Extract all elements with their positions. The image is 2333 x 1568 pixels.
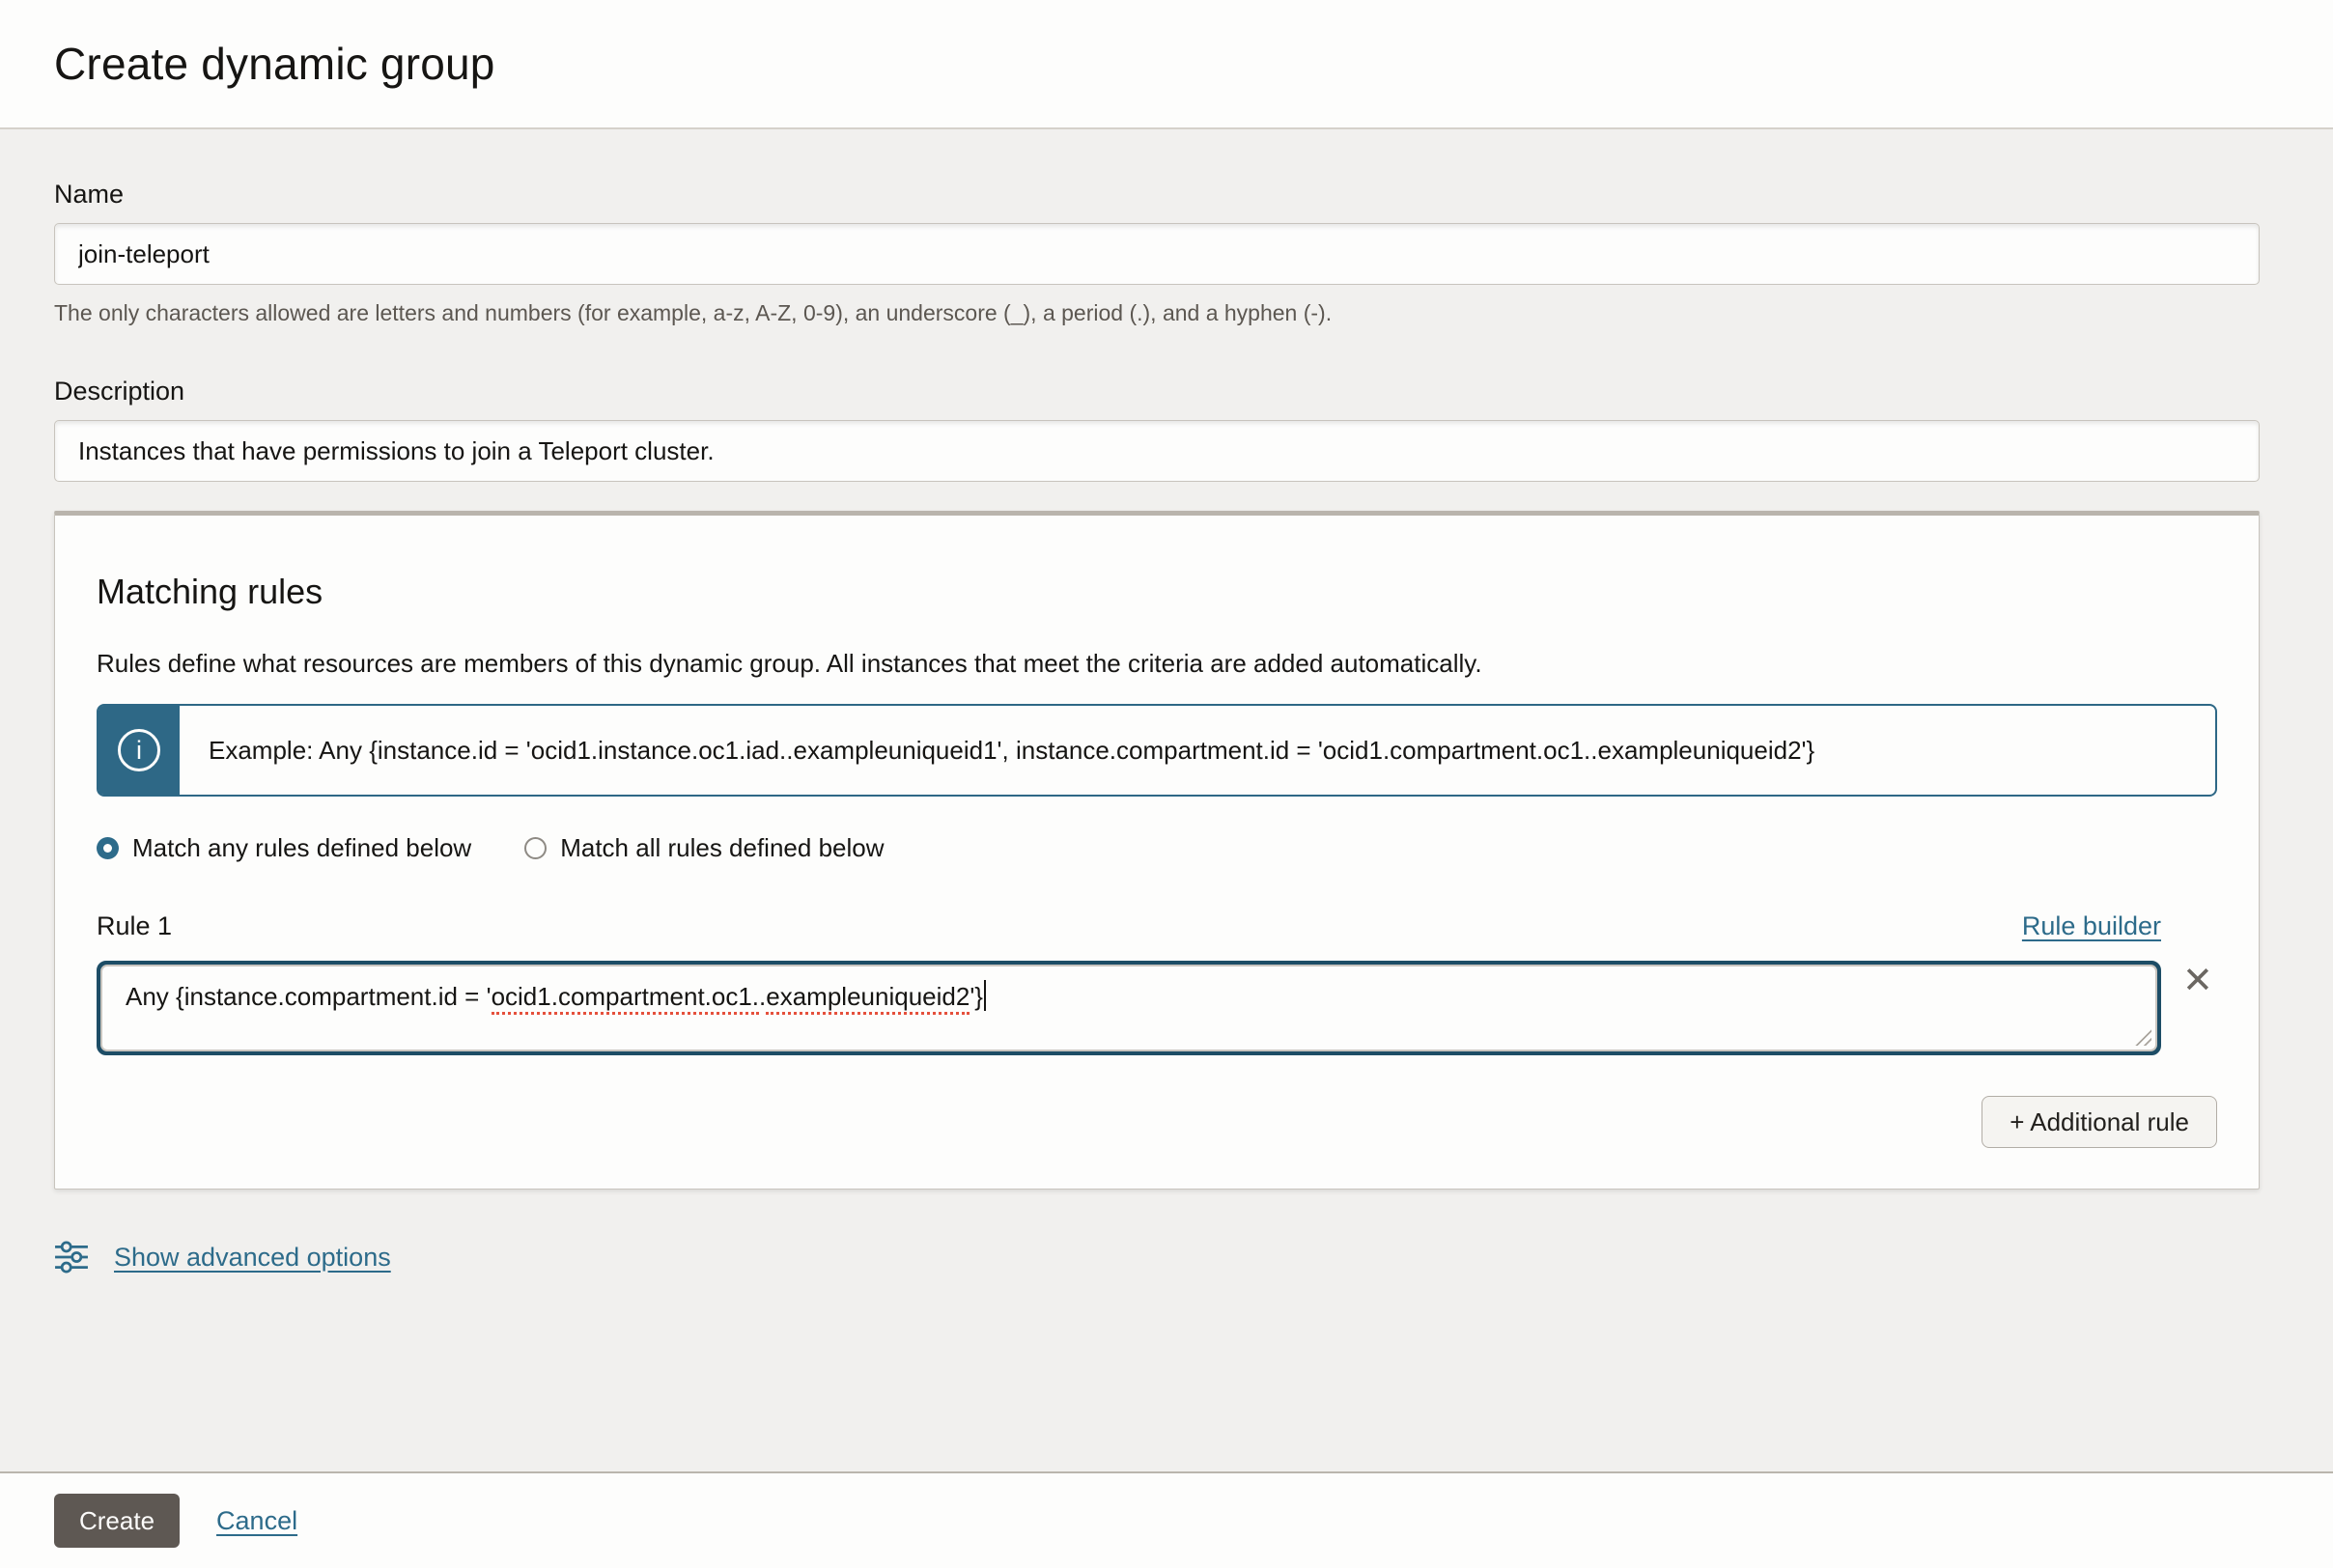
- name-input[interactable]: [54, 223, 2260, 285]
- page-title: Create dynamic group: [54, 38, 495, 90]
- rule-row: Any {instance.compartment.id = 'ocid1.co…: [97, 961, 2217, 1055]
- match-any-radio[interactable]: [97, 837, 119, 859]
- textarea-resize-handle[interactable]: [2134, 1028, 2151, 1046]
- create-dynamic-group-form: Name The only characters allowed are let…: [54, 180, 2260, 1274]
- misspelled-segment: exampleuniqueid2: [766, 982, 970, 1015]
- advanced-options-row: Show advanced options: [54, 1240, 2260, 1274]
- name-help-text: The only characters allowed are letters …: [54, 300, 2260, 326]
- remove-rule-button[interactable]: ✕: [2182, 963, 2213, 999]
- description-label: Description: [54, 377, 2260, 406]
- cancel-link[interactable]: Cancel: [216, 1506, 297, 1536]
- description-input[interactable]: [54, 420, 2260, 482]
- matching-rules-panel: Matching rules Rules define what resourc…: [54, 511, 2260, 1190]
- page-header: Create dynamic group: [0, 0, 2333, 129]
- rule-header-row: Rule 1 Rule builder: [97, 911, 2161, 941]
- matching-rules-intro: Rules define what resources are members …: [97, 649, 2217, 679]
- rule-builder-link[interactable]: Rule builder: [2022, 911, 2161, 941]
- rule-textarea[interactable]: Any {instance.compartment.id = 'ocid1.co…: [100, 965, 2157, 1051]
- misspelled-segment: ocid1.compartment.oc1.: [492, 982, 759, 1015]
- create-button[interactable]: Create: [54, 1494, 180, 1548]
- info-icon: i: [98, 706, 180, 795]
- rule-textarea-focus-ring: Any {instance.compartment.id = 'ocid1.co…: [97, 961, 2161, 1055]
- show-advanced-options-link[interactable]: Show advanced options: [114, 1243, 391, 1273]
- match-all-radio[interactable]: [524, 837, 547, 859]
- match-any-label: Match any rules defined below: [132, 833, 471, 863]
- match-all-label: Match all rules defined below: [560, 833, 884, 863]
- text-caret: [984, 980, 986, 1011]
- name-label: Name: [54, 180, 2260, 210]
- page-footer: Create Cancel: [0, 1471, 2333, 1568]
- sliders-icon: [54, 1240, 89, 1274]
- add-rule-row: + Additional rule: [97, 1096, 2217, 1148]
- match-mode-radio-group: Match any rules defined below Match all …: [97, 833, 2217, 863]
- example-infobox: i Example: Any {instance.id = 'ocid1.ins…: [97, 704, 2217, 797]
- rule-label: Rule 1: [97, 911, 172, 941]
- example-text: Example: Any {instance.id = 'ocid1.insta…: [180, 706, 1843, 795]
- close-icon: ✕: [2182, 961, 2213, 1001]
- additional-rule-button[interactable]: + Additional rule: [1982, 1096, 2217, 1148]
- matching-rules-title: Matching rules: [97, 572, 2217, 612]
- match-any-radio-option[interactable]: Match any rules defined below: [97, 833, 471, 863]
- match-all-radio-option[interactable]: Match all rules defined below: [524, 833, 884, 863]
